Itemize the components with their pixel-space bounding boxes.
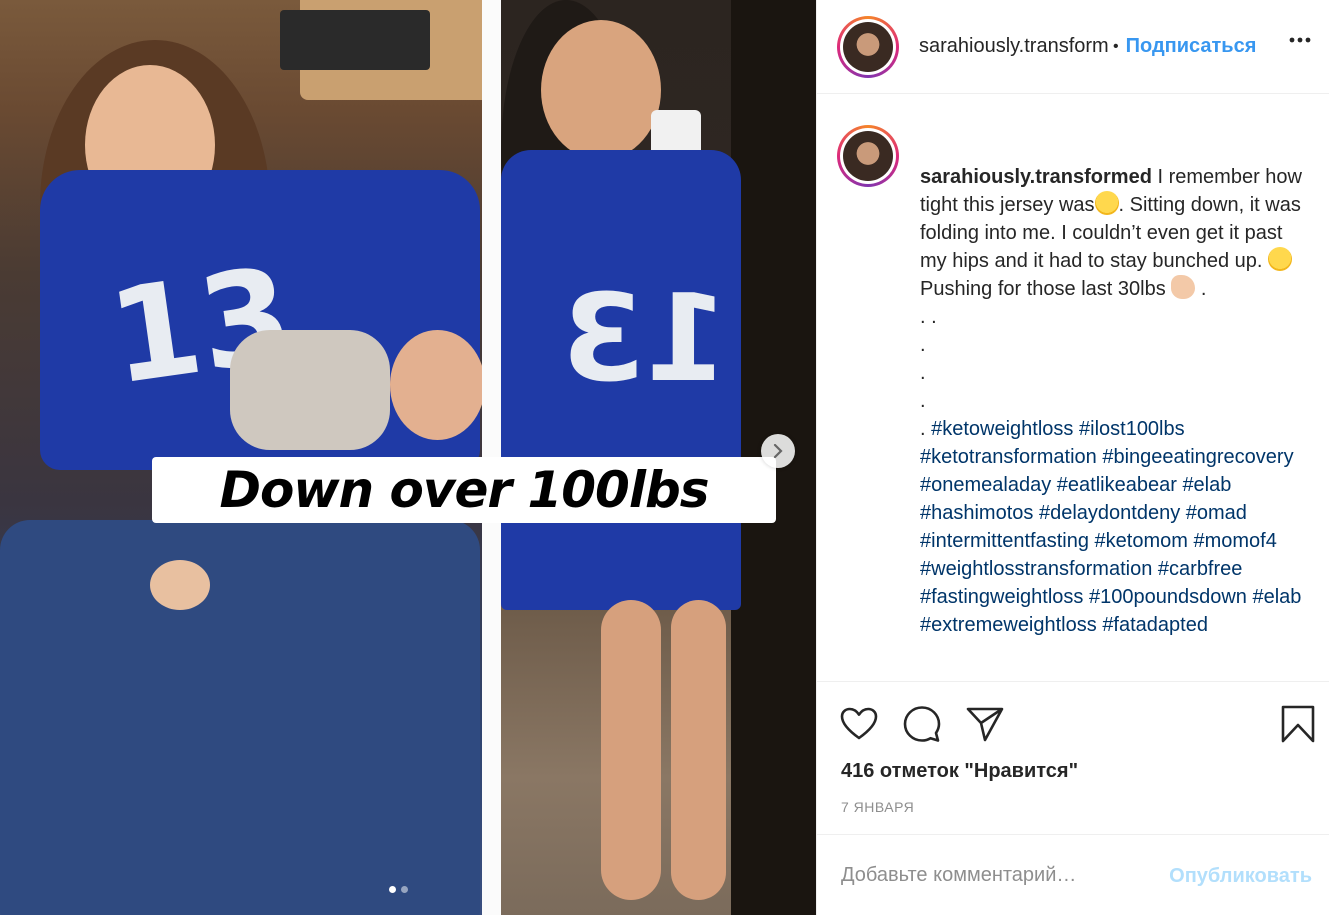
header-username[interactable]: sarahiously.transformed [919,35,1109,58]
hashtag-link[interactable]: #elab [1252,586,1301,608]
caption-text: sarahiously.transformed I remember how t… [920,163,1310,639]
hashtag-link[interactable]: #100poundsdown [1089,586,1247,608]
caption-overlay: Down over 100lbs [152,457,776,523]
comment-input[interactable] [841,835,1161,915]
carousel-dot [389,886,396,893]
bookmark-icon [1281,705,1315,743]
hashtag-link[interactable]: #delaydontdeny [1039,502,1180,524]
comment-button[interactable] [902,704,942,744]
comments-area[interactable]: sarahiously.transformed I remember how t… [817,95,1329,680]
hashtag-link[interactable]: #fastingweightloss [920,586,1083,608]
grimace-icon [1268,247,1292,271]
avatar[interactable] [837,125,899,187]
heart-icon [840,707,878,740]
post-media[interactable]: 13 13 Down over 100lbs [0,0,816,915]
hashtag-link[interactable]: #elab [1182,474,1231,496]
like-button[interactable] [839,704,879,744]
publish-button[interactable]: Опубликовать [1169,865,1312,888]
follow-button[interactable]: Подписаться [1126,35,1257,58]
next-slide-button[interactable] [761,434,795,468]
comment-form: Опубликовать [817,834,1329,915]
save-button[interactable] [1278,704,1318,744]
action-bar: 416 отметок "Нравится" 7 ЯНВАРЯ [817,681,1329,833]
hashtag-link[interactable]: #weightlosstransformation [920,558,1152,580]
hashtag-link[interactable]: #ketotransformation [920,446,1097,468]
hashtag-link[interactable]: #momof4 [1193,530,1276,552]
post-date[interactable]: 7 ЯНВАРЯ [841,799,914,815]
hashtag-link[interactable]: #carbfree [1158,558,1243,580]
post-sidebar: sarahiously.transformed • Подписаться sa… [816,0,1329,915]
hashtag-link[interactable]: #ketoweightloss [931,418,1073,440]
hashtag-link[interactable]: #extremeweightloss [920,614,1097,636]
hashtag-link[interactable]: #bingeeatingrecovery [1102,446,1293,468]
send-icon [966,707,1004,742]
flexed-biceps-icon [1171,275,1196,299]
caption-segment: . . . . . . . [920,278,1207,440]
separator-dot: • [1113,37,1119,55]
carousel-indicator [389,886,408,893]
chevron-right-icon [773,444,783,458]
avatar[interactable] [837,15,899,78]
more-options-button[interactable] [1288,28,1312,59]
carousel-dot [401,886,408,893]
comment-bubble-icon [903,706,941,742]
hashtag-link[interactable]: #intermittentfasting [920,530,1089,552]
caption-overlay-text: Down over 100lbs [219,461,709,519]
hashtag-link[interactable]: #onemealaday [920,474,1051,496]
more-icon [1289,37,1311,43]
hashtag-link[interactable]: #ketomom [1095,530,1188,552]
hashtag-link[interactable]: #fatadapted [1102,614,1208,636]
likes-count[interactable]: 416 отметок "Нравится" [841,760,1078,783]
hashtag-link[interactable]: #eatlikeabear [1057,474,1177,496]
hashtag-link[interactable]: #ilost100lbs [1079,418,1185,440]
post-header: sarahiously.transformed • Подписаться [817,0,1329,94]
share-button[interactable] [965,704,1005,744]
hashtag-link[interactable]: #hashimotos [920,502,1033,524]
caption-username[interactable]: sarahiously.transformed [920,166,1152,188]
hashtag-link[interactable]: #omad [1186,502,1247,524]
grin-sweat-icon [1094,191,1119,215]
